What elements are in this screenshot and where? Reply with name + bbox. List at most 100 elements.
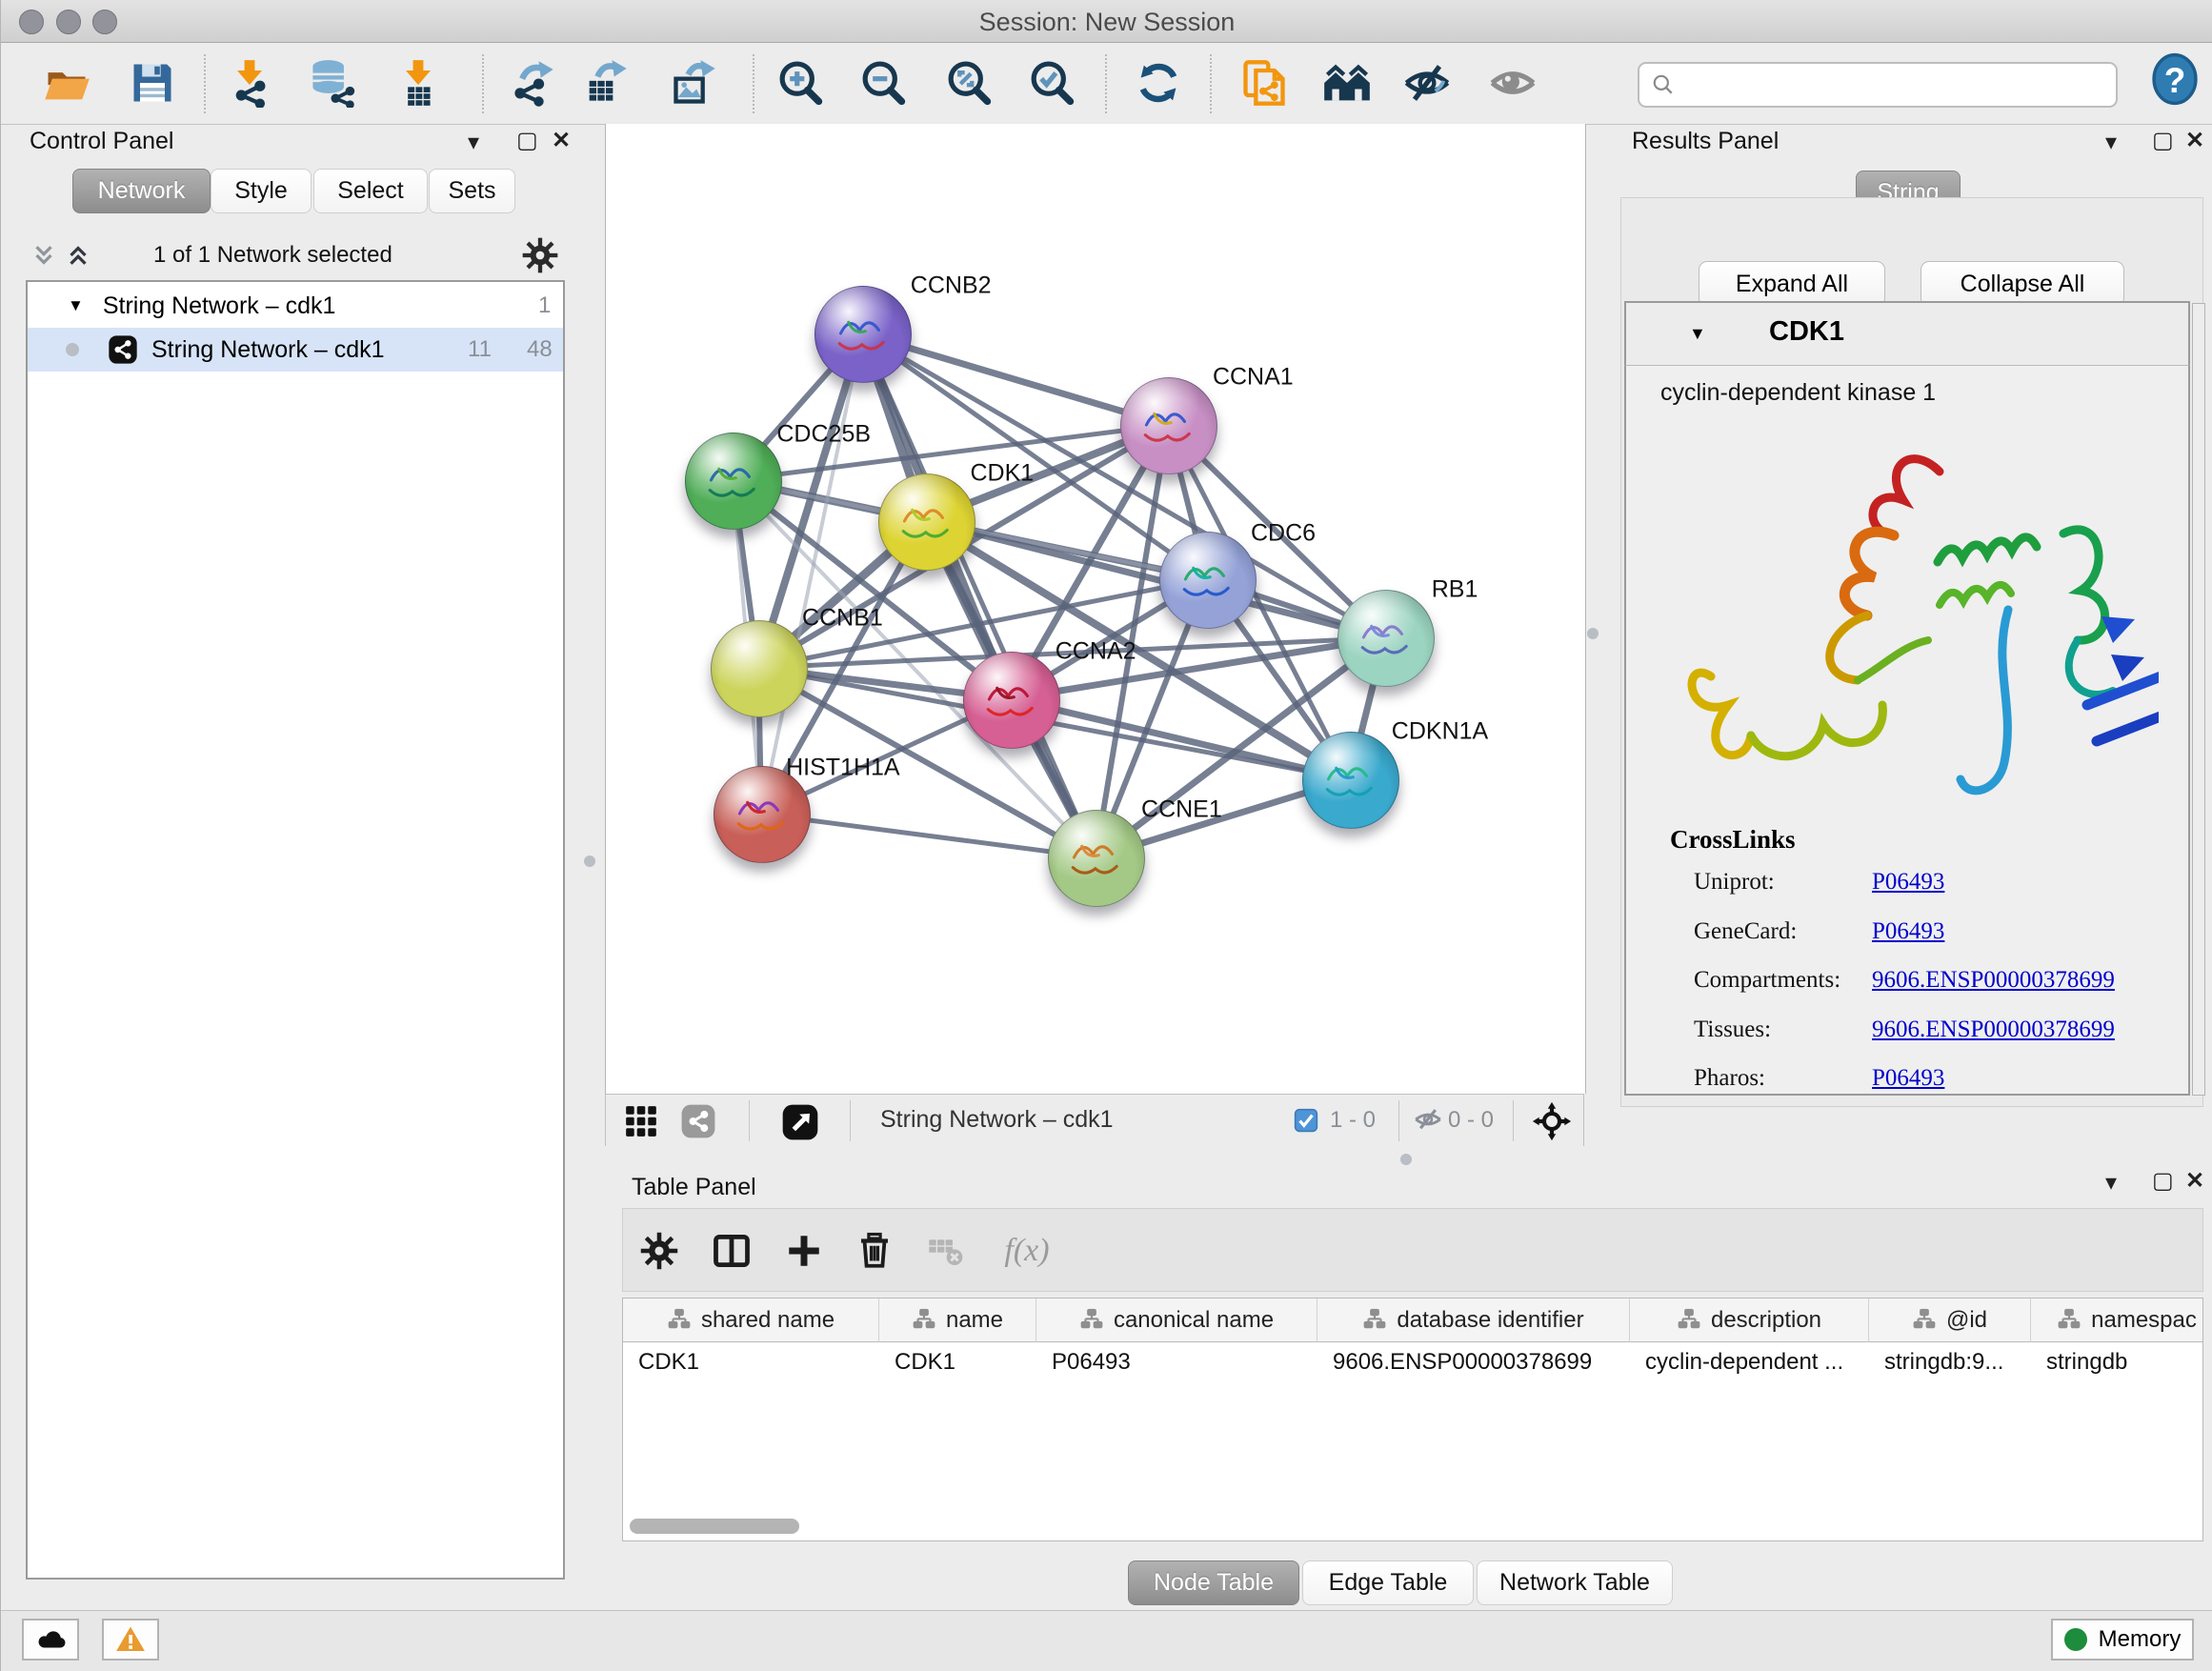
warning-button[interactable] [102,1619,159,1661]
column-header-name[interactable]: name [879,1299,1036,1342]
control-panel-collapse-icon[interactable]: ▾ [468,131,479,154]
collection-expand-icon[interactable]: ▼ [68,296,84,315]
network-collection-row[interactable]: ▼ String Network – cdk1 1 [28,284,563,328]
zoom-in-icon[interactable] [774,56,827,110]
expand-all-button[interactable]: Expand All [1699,261,1885,307]
crosslink-link[interactable]: 9606.ENSP00000378699 [1872,967,2115,994]
crosslink-label: Tissues: [1694,1017,1771,1043]
network-node-CDKN1A[interactable] [1302,732,1399,829]
network-row[interactable]: String Network – cdk1 11 48 [28,328,563,372]
toolbar-separator [1105,54,1107,113]
table-cell[interactable]: 9606.ENSP00000378699 [1317,1342,1630,1382]
search-input[interactable] [1683,70,2116,99]
table-panel-close-icon[interactable]: ✕ [2185,1170,2204,1193]
gene-collapse-icon[interactable]: ▼ [1689,324,1706,344]
tab-network[interactable]: Network [72,169,211,213]
network-options-gear-icon[interactable] [521,236,559,279]
import-network-from-file-icon[interactable] [223,56,276,110]
refresh-icon[interactable] [1132,56,1185,110]
delete-column-icon[interactable] [851,1227,898,1275]
tab-edge-table[interactable]: Edge Table [1302,1560,1474,1605]
network-node-CDK1[interactable] [878,473,975,571]
table-cell[interactable]: stringdb:9... [1869,1342,2031,1382]
collapse-all-button[interactable]: Collapse All [1920,261,2124,307]
open-session-icon[interactable] [40,56,93,110]
network-node-CCNB2[interactable] [814,286,912,383]
network-node-CCNE1[interactable] [1048,810,1145,907]
zoom-selected-icon[interactable] [1025,56,1078,110]
collapse-all-networks-icon[interactable] [64,240,92,275]
tab-select[interactable]: Select [313,169,428,213]
right-splitter-handle[interactable] [1587,628,1599,639]
crosslink-link[interactable]: 9606.ENSP00000378699 [1872,1017,2115,1043]
network-node-CDC6[interactable] [1159,532,1257,629]
table-panel-float-icon[interactable]: ▢ [2152,1170,2174,1193]
import-network-from-database-icon[interactable] [306,56,359,110]
table-cell[interactable]: stringdb [2031,1342,2203,1382]
zoom-fit-content-icon[interactable] [942,56,995,110]
results-panel-collapse-icon[interactable]: ▾ [2105,131,2117,154]
cloud-button[interactable] [22,1619,79,1661]
control-panel-close-icon[interactable]: ✕ [552,130,571,152]
column-header-namespac[interactable]: namespac [2031,1299,2203,1342]
column-header--id[interactable]: @id [1869,1299,2031,1342]
first-neighbors-icon[interactable] [1320,56,1374,110]
export-network-icon[interactable] [506,56,559,110]
table-horizontal-scrollbar[interactable] [630,1519,799,1534]
clone-network-icon[interactable] [1237,56,1291,110]
crosslink-link[interactable]: P06493 [1872,918,1944,945]
memory-button[interactable]: Memory [2051,1619,2194,1661]
table-cell[interactable]: CDK1 [623,1342,879,1382]
crosslink-row: Tissues: 9606.ENSP00000378699 [1694,1017,2180,1049]
save-session-icon[interactable] [126,56,179,110]
tab-network-table[interactable]: Network Table [1477,1560,1673,1605]
show-all-icon[interactable] [1486,56,1539,110]
results-scrollbar[interactable] [2192,303,2205,1096]
fit-selected-crosshair-icon[interactable] [1532,1101,1572,1141]
warning-icon [114,1623,147,1656]
crosslink-link[interactable]: P06493 [1872,1065,1944,1092]
hide-selected-icon[interactable] [1400,56,1454,110]
help-icon[interactable]: ? [2148,52,2202,106]
search-box[interactable] [1638,62,2118,108]
network-node-CCNA1[interactable] [1120,377,1217,474]
column-header-description[interactable]: description [1630,1299,1869,1342]
tab-node-table[interactable]: Node Table [1128,1560,1299,1605]
bottom-splitter-handle[interactable] [1400,1154,1412,1165]
results-panel-float-icon[interactable]: ▢ [2152,130,2174,152]
left-splitter-handle[interactable] [584,856,595,867]
network-node-CDC25B[interactable] [685,433,782,530]
grid-view-icon[interactable] [623,1103,659,1139]
add-column-icon[interactable] [780,1227,828,1275]
results-panel-close-icon[interactable]: ✕ [2185,130,2204,152]
table-gear-icon[interactable] [635,1227,683,1275]
expand-all-networks-icon[interactable] [30,240,58,275]
export-table-icon[interactable] [579,56,633,110]
column-header-database-identifier[interactable]: database identifier [1317,1299,1630,1342]
table-panel-collapse-icon[interactable]: ▾ [2105,1172,2117,1195]
table-cell[interactable]: cyclin-dependent ... [1630,1342,1869,1382]
export-image-icon[interactable] [668,56,721,110]
network-node-RB1[interactable] [1337,590,1435,687]
table-cell[interactable]: CDK1 [879,1342,1036,1382]
network-canvas[interactable]: CCNB2CCNA1CDC25BCDK1CDC6RB1CCNB1CCNA2CDK… [605,124,1586,1094]
selected-checkbox-icon[interactable] [1294,1108,1318,1133]
gene-entry-header[interactable]: ▼ CDK1 [1624,301,2190,366]
crosslink-link[interactable]: P06493 [1872,869,1944,896]
protein-ribbon-icon [699,449,768,512]
tab-sets[interactable]: Sets [429,169,515,213]
network-node-CCNA2[interactable] [963,652,1060,749]
control-panel-float-icon[interactable]: ▢ [516,130,538,152]
node-table[interactable]: shared namenamecanonical namedatabase id… [622,1298,2203,1541]
show-columns-icon[interactable] [708,1227,755,1275]
column-header-canonical-name[interactable]: canonical name [1036,1299,1317,1342]
birds-eye-view-icon[interactable] [781,1103,819,1141]
import-table-from-file-icon[interactable] [392,56,445,110]
column-header-shared-name[interactable]: shared name [623,1299,879,1342]
string-view-icon[interactable] [680,1103,716,1139]
tab-style[interactable]: Style [211,169,312,213]
protein-ribbon-icon [893,490,961,553]
zoom-out-icon[interactable] [856,56,910,110]
network-node-CCNB1[interactable] [711,620,808,717]
table-cell[interactable]: P06493 [1036,1342,1317,1382]
